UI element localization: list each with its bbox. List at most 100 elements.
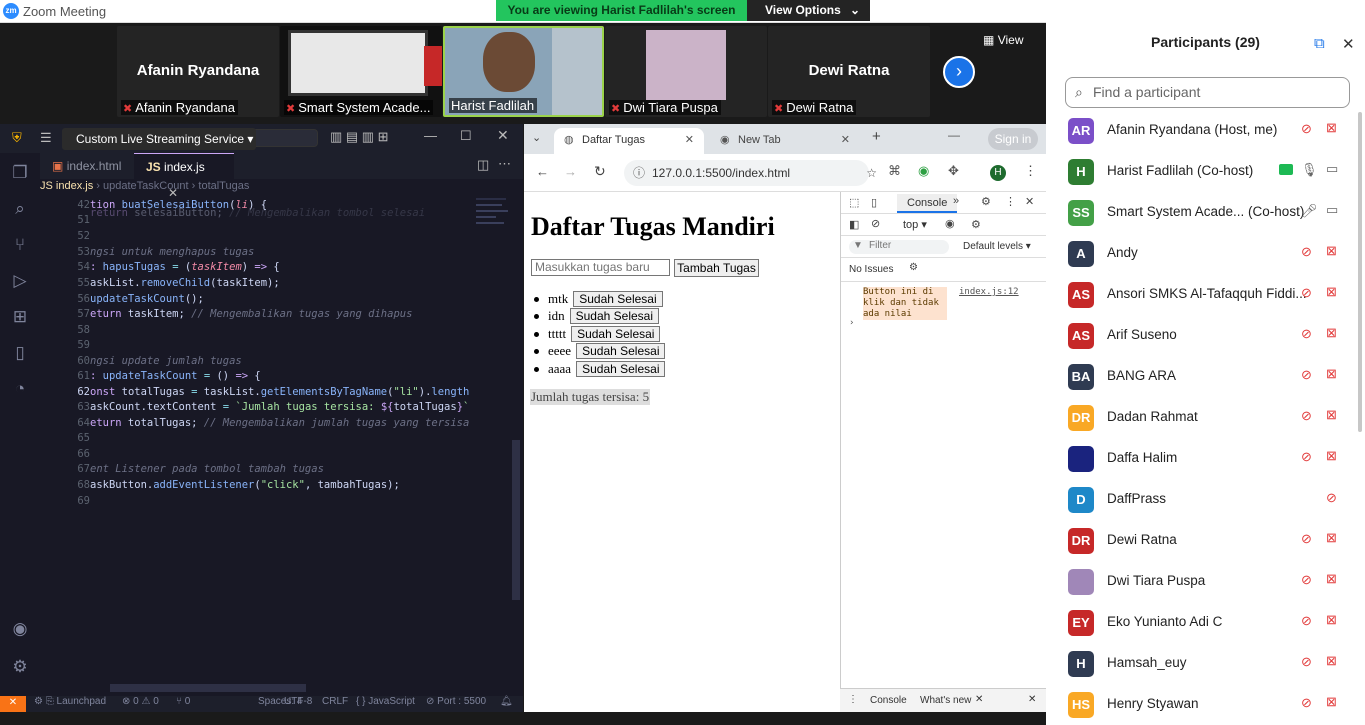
status-problems[interactable]: ⊗ 0 ⚠ 0 <box>122 696 159 707</box>
close-icon[interactable]: ✕ <box>1025 195 1034 208</box>
mic-muted-icon[interactable]: ⊘ <box>1326 490 1337 506</box>
pop-out-icon[interactable]: ⧉ <box>1314 35 1325 52</box>
tab-index-html[interactable]: ▣ index.html <box>40 153 132 179</box>
source-link[interactable]: index.js:12 <box>959 287 1019 297</box>
reload-icon[interactable]: ↻ <box>594 163 606 180</box>
status-port[interactable]: ⊘ Port : 5500 <box>426 696 486 707</box>
mic-muted-icon[interactable]: ⊘ <box>1301 449 1312 465</box>
bookmark-star-icon[interactable]: ☆ <box>866 160 877 186</box>
add-task-button[interactable]: Tambah Tugas <box>674 259 759 277</box>
editor-scrollbar[interactable] <box>512 440 520 600</box>
extension-icon[interactable]: ⌘ <box>888 163 901 179</box>
bell-icon[interactable]: 🔔︎ <box>500 696 513 707</box>
participant-row[interactable]: A Andy ⊘ ⊠ <box>1046 233 1365 274</box>
eye-icon[interactable]: ◉ <box>918 163 929 179</box>
next-page-button[interactable]: › <box>943 56 975 88</box>
participant-row[interactable]: H Hamsah_euy ⊘ ⊠ <box>1046 643 1365 684</box>
mic-muted-icon[interactable]: ⊘ <box>1301 121 1312 137</box>
issues-status[interactable]: No Issues <box>849 264 893 275</box>
eye-icon[interactable]: ◉ <box>945 217 955 230</box>
participant-row[interactable]: DR Dadan Rahmat ⊘ ⊠ <box>1046 397 1365 438</box>
more-options-icon[interactable]: ⋮ <box>1005 195 1016 208</box>
settings-gear-icon[interactable]: ⚙ <box>981 195 991 208</box>
streaming-service-popup[interactable]: Custom Live Streaming Service ▾ <box>62 128 256 150</box>
video-off-icon[interactable]: ⊠ <box>1326 653 1337 669</box>
horizontal-scrollbar[interactable] <box>110 684 306 692</box>
more-actions-icon[interactable]: ⋯ <box>498 156 511 172</box>
participant-row[interactable]: AR Afanin Ryandana (Host, me) ⊘ ⊠ <box>1046 110 1365 151</box>
video-tile[interactable]: Dewi Ratna ✖ Dewi Ratna <box>768 26 930 117</box>
context-select[interactable]: top ▾ <box>903 218 927 231</box>
address-bar[interactable]: ⓘ 127.0.0.1:5500/index.html ☆ <box>624 160 877 186</box>
timeline-icon[interactable]: ◔ <box>9 379 31 401</box>
minimize-icon[interactable]: — <box>948 128 960 142</box>
task-input[interactable]: Masukkan tugas baru <box>531 259 670 276</box>
sidebar-icon[interactable]: ◧ <box>849 218 859 231</box>
done-button[interactable]: Sudah Selesai <box>576 361 666 377</box>
close-icon[interactable]: ✕ <box>497 127 509 144</box>
settings-gear-icon[interactable]: ⚙ <box>909 262 918 273</box>
participant-row[interactable]: AS Arif Suseno ⊘ ⊠ <box>1046 315 1365 356</box>
participant-row[interactable]: Dwi Tiara Puspa ⊘ ⊠ <box>1046 561 1365 602</box>
status-language[interactable]: { } JavaScript <box>356 696 415 707</box>
drawer-tab-console[interactable]: Console <box>870 695 907 706</box>
status-encoding[interactable]: UTF-8 <box>284 696 312 707</box>
new-tab-icon[interactable]: + <box>872 128 881 145</box>
participant-row[interactable]: HS Henry Styawan ⊘ ⊠ <box>1046 684 1365 725</box>
mic-muted-icon[interactable]: ⊘ <box>1301 367 1312 383</box>
video-off-icon[interactable]: ⊠ <box>1326 571 1337 587</box>
mic-muted-icon[interactable]: ⊘ <box>1301 326 1312 342</box>
profile-avatar[interactable]: H <box>990 165 1006 181</box>
tab-daftar-tugas[interactable]: ◍ Daftar Tugas ✕ <box>554 128 704 154</box>
participant-row[interactable]: BA BANG ARA ⊘ ⊠ <box>1046 356 1365 397</box>
sign-in-button[interactable]: Sign in <box>988 128 1038 150</box>
tab-console[interactable]: Console <box>897 194 958 213</box>
back-icon[interactable]: ← <box>536 164 549 179</box>
split-editor-icon[interactable]: ◫ <box>477 157 489 173</box>
participant-row[interactable]: H Harist Fadlilah (Co-host) 🎙︎ ▭ <box>1046 151 1365 192</box>
mic-muted-icon[interactable]: 🎤︎ <box>1301 203 1318 219</box>
video-off-icon[interactable]: ⊠ <box>1326 284 1337 300</box>
status-ports[interactable]: ⑂ 0 <box>176 696 190 707</box>
tab-search-icon[interactable]: ⌄ <box>532 131 541 144</box>
settings-gear-icon[interactable]: ⚙ <box>971 218 981 231</box>
code-editor[interactable]: tion buatSelesaiButton(li) { return sele… <box>90 198 474 698</box>
more-tabs-icon[interactable]: » <box>953 195 959 207</box>
mic-muted-icon[interactable]: ⊘ <box>1301 531 1312 547</box>
done-button[interactable]: Sudah Selesai <box>571 326 661 342</box>
view-button[interactable]: ▦ View <box>983 33 1038 53</box>
video-off-icon[interactable]: ⊠ <box>1326 612 1337 628</box>
minimap[interactable] <box>476 198 512 258</box>
participant-row[interactable]: EY Eko Yunianto Adi C ⊘ ⊠ <box>1046 602 1365 643</box>
status-live[interactable]: ⚙ ⎘ Launchpad <box>34 696 106 707</box>
participant-row[interactable]: D DaffPrass ⊘ <box>1046 479 1365 520</box>
clear-console-icon[interactable]: ⊘ <box>871 217 880 230</box>
drawer-menu-icon[interactable]: ⋮ <box>848 694 858 705</box>
mic-muted-icon[interactable]: ⊘ <box>1301 408 1312 424</box>
mic-muted-icon[interactable]: ⊘ <box>1301 695 1312 711</box>
video-on-icon[interactable]: ▭ <box>1326 202 1338 218</box>
done-button[interactable]: Sudah Selesai <box>569 308 660 324</box>
participant-row[interactable]: DR Dewi Ratna ⊘ ⊠ <box>1046 520 1365 561</box>
drawer-tab-whats-new[interactable]: What's new <box>920 695 971 706</box>
files-icon[interactable]: ❐ <box>9 163 31 185</box>
video-tile[interactable]: Afanin Ryandana ✖ Afanin Ryandana <box>117 26 279 117</box>
active-speaker-tile[interactable]: Harist Fadlilah <box>443 26 604 117</box>
device-toolbar-icon[interactable]: ▯ <box>871 196 877 209</box>
participant-row[interactable]: Daffa Halim ⊘ ⊠ <box>1046 438 1365 479</box>
video-off-icon[interactable]: ⊠ <box>1326 325 1337 341</box>
video-on-icon[interactable]: ▭ <box>1326 161 1338 177</box>
tab-new-tab[interactable]: ◉ New Tab ✕ <box>710 128 860 154</box>
minimize-icon[interactable]: — <box>424 128 437 143</box>
video-tile[interactable]: ✖ Smart System Acade... <box>280 26 442 117</box>
mic-muted-icon[interactable]: ⊘ <box>1301 654 1312 670</box>
log-levels-select[interactable]: Default levels ▾ <box>963 241 1031 252</box>
video-off-icon[interactable]: ⊠ <box>1326 694 1337 710</box>
status-eol[interactable]: CRLF <box>322 696 348 707</box>
video-off-icon[interactable]: ⊠ <box>1326 448 1337 464</box>
video-off-icon[interactable]: ⊠ <box>1326 530 1337 546</box>
tab-index-js[interactable]: JS index.js ✕ <box>134 153 234 200</box>
done-button[interactable]: Sudah Selesai <box>573 291 663 307</box>
done-button[interactable]: Sudah Selesai <box>576 343 666 359</box>
filter-input[interactable]: Filter <box>849 240 949 254</box>
